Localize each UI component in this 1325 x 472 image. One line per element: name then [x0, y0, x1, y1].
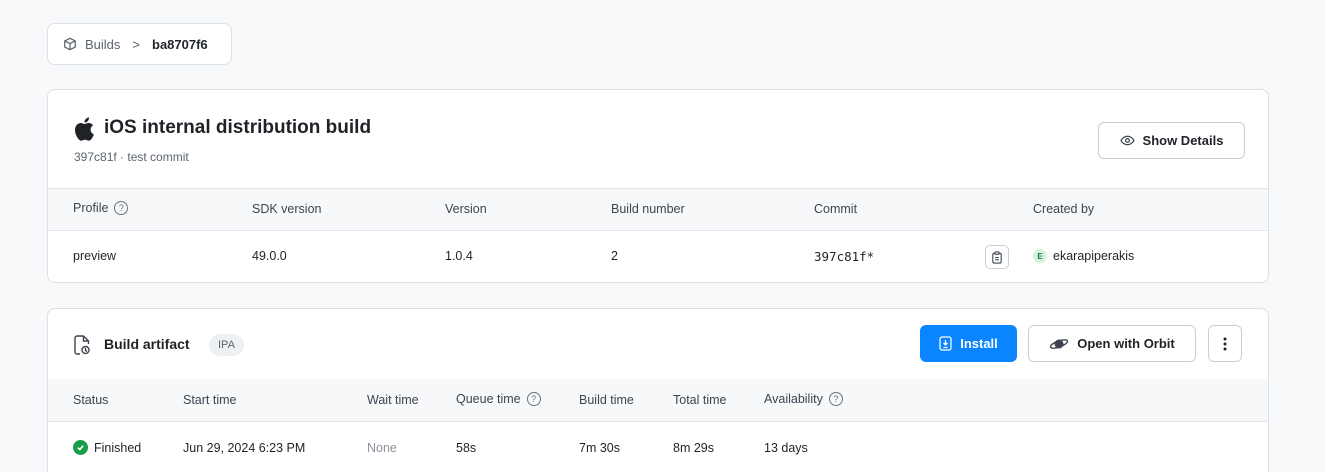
col-created-by: Created by	[1033, 202, 1095, 216]
col-version: Version	[445, 202, 487, 216]
show-details-label: Show Details	[1142, 133, 1224, 148]
cell-start-time: Jun 29, 2024 6:23 PM	[183, 441, 306, 455]
open-with-orbit-button[interactable]: Open with Orbit	[1028, 325, 1196, 362]
breadcrumb: Builds > ba8707f6	[47, 23, 232, 65]
cell-version: 1.0.4	[445, 249, 473, 263]
copy-commit-button[interactable]	[985, 245, 1009, 269]
eye-icon	[1119, 135, 1135, 146]
breadcrumb-separator: >	[132, 36, 141, 52]
open-with-orbit-label: Open with Orbit	[1077, 336, 1175, 351]
col-start-time: Start time	[183, 393, 237, 407]
help-icon[interactable]: ?	[828, 392, 843, 406]
check-circle-icon	[73, 440, 88, 455]
col-wait-time: Wait time	[367, 393, 419, 407]
col-queue-time: Queue time ?	[456, 392, 541, 406]
avatar: E	[1033, 249, 1047, 263]
col-build-number: Build number	[611, 202, 685, 216]
cell-profile: preview	[73, 249, 117, 263]
apple-icon	[75, 117, 94, 141]
col-commit: Commit	[814, 202, 858, 216]
build-title: iOS internal distribution build	[104, 117, 372, 138]
cell-status: Finished	[73, 440, 141, 455]
build-subtitle: 397c81f · test commit	[74, 150, 189, 164]
artifact-header: Build artifact IPA Install Open with Orb…	[48, 309, 1268, 379]
breadcrumb-builds-link[interactable]: Builds	[85, 37, 120, 52]
clipboard-icon	[992, 250, 1002, 264]
cell-queue-time: 58s	[456, 441, 477, 455]
cell-wait-time: None	[367, 441, 397, 455]
install-label: Install	[960, 336, 998, 351]
cell-sdk-version: 49.0.0	[252, 249, 287, 263]
install-icon	[939, 336, 952, 351]
cell-created-by[interactable]: E ekarapiperakis	[1033, 249, 1134, 263]
cell-availability: 13 days	[764, 441, 808, 455]
breadcrumb-current: ba8707f6	[152, 36, 208, 52]
col-profile: Profile ?	[73, 201, 129, 215]
col-status: Status	[73, 393, 109, 407]
build-table-header: Profile ? SDK version Version Build numb…	[48, 189, 1268, 231]
cell-build-time: 7m 30s	[579, 441, 620, 455]
help-icon[interactable]: ?	[114, 201, 129, 215]
artifact-table-header: Status Start time Wait time Queue time ?…	[48, 379, 1268, 422]
col-availability: Availability ?	[764, 392, 843, 406]
orbit-icon	[1050, 338, 1069, 349]
col-total-time: Total time	[673, 393, 727, 407]
build-summary-card: iOS internal distribution build 397c81f …	[47, 89, 1269, 283]
cube-icon	[64, 37, 76, 51]
status-label: Finished	[94, 440, 142, 455]
cell-build-number: 2	[611, 249, 618, 263]
col-availability-label: Availability	[764, 392, 823, 406]
col-queue-time-label: Queue time	[456, 392, 521, 406]
cell-total-time: 8m 29s	[673, 441, 714, 455]
install-button[interactable]: Install	[920, 325, 1017, 362]
col-sdk-version: SDK version	[252, 202, 322, 216]
artifact-title: Build artifact	[104, 336, 190, 352]
created-by-name: ekarapiperakis	[1053, 249, 1135, 263]
col-profile-label: Profile	[73, 201, 109, 215]
build-artifact-card: Build artifact IPA Install Open with Orb…	[47, 308, 1269, 472]
show-details-button[interactable]: Show Details	[1098, 122, 1245, 159]
more-vertical-icon	[1223, 337, 1227, 350]
help-icon[interactable]: ?	[526, 392, 541, 406]
build-header: iOS internal distribution build 397c81f …	[48, 90, 1268, 189]
more-options-button[interactable]	[1208, 325, 1242, 362]
col-build-time: Build time	[579, 393, 634, 407]
cell-commit[interactable]: 397c81f*	[814, 249, 874, 264]
ipa-badge: IPA	[209, 334, 244, 356]
artifact-file-icon	[74, 335, 90, 355]
